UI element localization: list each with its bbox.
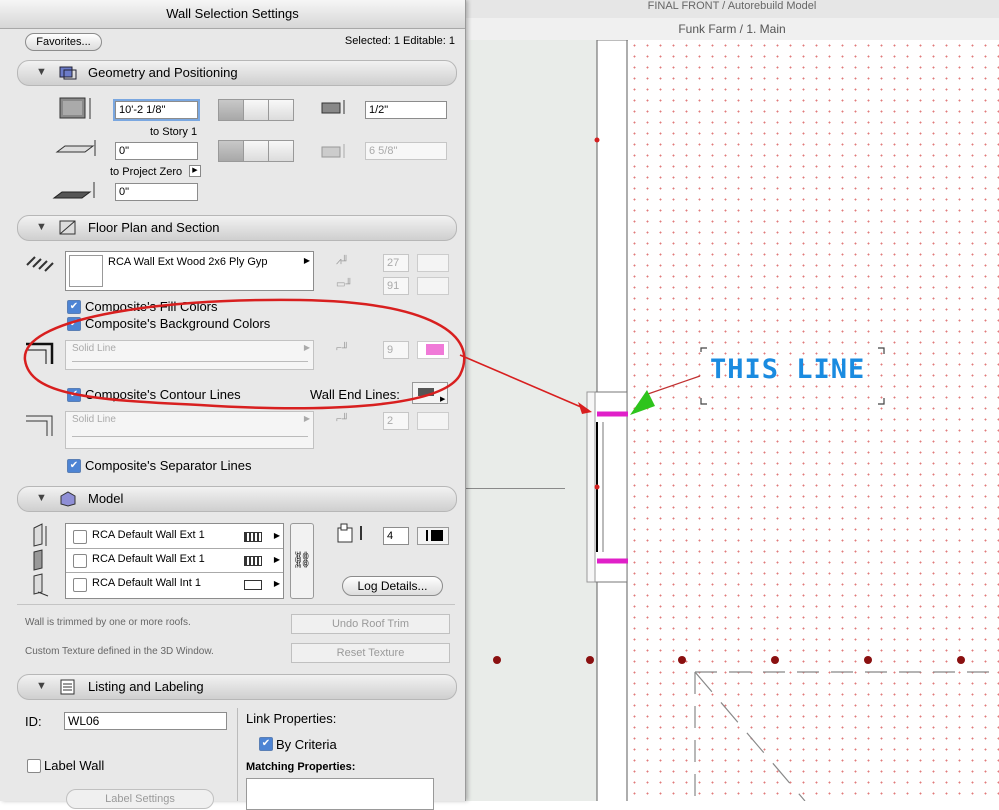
red-arrow-annotation [459,354,589,411]
annotation-layer [23,298,592,414]
red-circle-annotation [23,298,466,410]
